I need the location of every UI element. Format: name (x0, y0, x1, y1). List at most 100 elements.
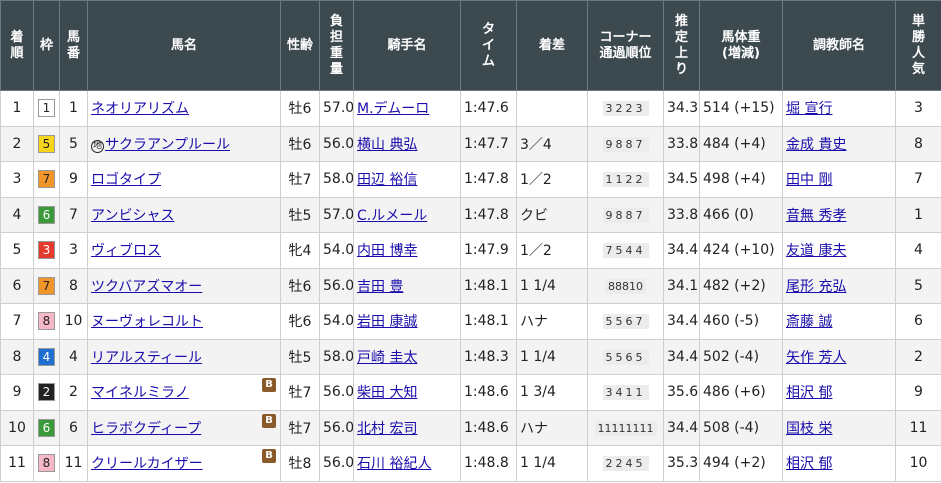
corner-cell: 88810 (587, 267, 664, 304)
horse-name-cell: ヴィブロス (87, 232, 281, 269)
bodyweight-cell: 482 (+2) (699, 267, 783, 304)
header-trainer: 調教師名 (782, 0, 896, 91)
margin-cell: 1 3/4 (516, 374, 588, 411)
table-row: 9 2 2 マイネルミラノ B 牡7 56.0 柴田 大知 1:48.6 1 3/4 3411 35.… (0, 374, 941, 411)
horse-name-cell: ロゴタイプ (87, 161, 281, 198)
popularity-cell: 11 (895, 409, 941, 446)
horse-name-cell: アンビシャス (87, 196, 281, 233)
trainer-link[interactable]: 斎藤 誠 (786, 314, 832, 330)
horse-name-link[interactable]: ロゴタイプ (91, 172, 161, 188)
trainer-link[interactable]: 矢作 芳人 (786, 350, 846, 366)
trainer-link[interactable]: 国枝 栄 (786, 421, 832, 437)
margin-cell: 1／2 (516, 232, 588, 269)
horse-name-link[interactable]: サクラアンプルール (105, 137, 230, 153)
time-cell: 1:47.8 (460, 161, 517, 198)
horse-name-link[interactable]: ヌーヴォレコルト (91, 314, 203, 330)
sexage-cell: 牡7 (280, 374, 320, 411)
jockey-cell: 北村 宏司 (353, 409, 461, 446)
horse-name-link[interactable]: ツクバアズマオー (91, 279, 202, 295)
sexage-cell: 牝4 (280, 232, 320, 269)
horse-name-link[interactable]: ヒラボクディープ (91, 421, 201, 437)
table-row: 2 5 5 地サクラアンプルール 牡6 56.0 横山 典弘 1:47.7 3／4 9887 33.… (0, 125, 941, 162)
margin-cell: 1 1/4 (516, 267, 588, 304)
header-umaban: 馬番 (59, 0, 88, 91)
horse-name-cell: マイネルミラノ B (87, 374, 281, 411)
waku-badge: 4 (38, 347, 55, 366)
weight-cell: 56.0 (319, 267, 354, 304)
jockey-cell: 吉田 豊 (353, 267, 461, 304)
bodyweight-cell: 508 (-4) (699, 409, 783, 446)
waku-badge: 6 (38, 205, 55, 224)
umaban-cell: 11 (59, 445, 88, 482)
waku-badge: 8 (38, 454, 55, 473)
last3f-cell: 34.5 (663, 161, 700, 198)
trainer-link[interactable]: 尾形 充弘 (786, 279, 846, 295)
horse-name-link[interactable]: アンビシャス (91, 208, 174, 224)
corner-cell: 2245 (587, 445, 664, 482)
jockey-link[interactable]: 吉田 豊 (357, 279, 403, 295)
sexage-cell: 牡7 (280, 161, 320, 198)
horse-name-cell: ヒラボクディープ B (87, 409, 281, 446)
bodyweight-cell: 502 (-4) (699, 338, 783, 375)
rank-cell: 2 (0, 125, 34, 162)
waku-badge: 6 (38, 418, 55, 437)
corner-cell: 5565 (587, 338, 664, 375)
table-row: 4 6 7 アンビシャス 牡5 57.0 C.ルメール 1:47.8 クビ 9887 33.8 466… (0, 196, 941, 233)
jockey-link[interactable]: C.ルメール (357, 208, 427, 224)
jockey-link[interactable]: 田辺 裕信 (357, 172, 417, 188)
header-horse: 馬名 (87, 0, 281, 91)
rank-cell: 1 (0, 90, 34, 127)
horse-name-link[interactable]: リアルスティール (91, 350, 202, 366)
jockey-link[interactable]: 内田 博幸 (357, 243, 417, 259)
weight-cell: 56.0 (319, 409, 354, 446)
waku-badge: 3 (38, 241, 55, 260)
table-row: 10 6 6 ヒラボクディープ B 牡7 56.0 北村 宏司 1:48.6 ハナ 11111111… (0, 409, 941, 446)
sexage-cell: 牝6 (280, 303, 320, 340)
waku-badge: 2 (38, 383, 55, 402)
margin-cell: 1 1/4 (516, 445, 588, 482)
jockey-cell: 岩田 康誠 (353, 303, 461, 340)
blinker-icon: B (262, 449, 276, 463)
jockey-link[interactable]: 横山 典弘 (357, 137, 417, 153)
weight-cell: 54.0 (319, 303, 354, 340)
umaban-cell: 3 (59, 232, 88, 269)
blinker-icon: B (262, 378, 276, 392)
corner-positions: 11111111 (594, 420, 657, 436)
trainer-link[interactable]: 相沢 郁 (786, 385, 832, 401)
weight-cell: 58.0 (319, 161, 354, 198)
trainer-link[interactable]: 相沢 郁 (786, 456, 832, 472)
jockey-link[interactable]: 石川 裕紀人 (357, 456, 431, 472)
jockey-link[interactable]: 柴田 大知 (357, 385, 417, 401)
trainer-link[interactable]: 田中 剛 (786, 172, 832, 188)
trainer-link[interactable]: 金成 貴史 (786, 137, 846, 153)
header-bodyweight-line2: (増減) (722, 45, 760, 61)
waku-cell: 3 (33, 232, 60, 269)
umaban-cell: 10 (59, 303, 88, 340)
horse-name-link[interactable]: ネオリアリズム (91, 101, 189, 117)
margin-cell: クビ (516, 196, 588, 233)
jockey-link[interactable]: 岩田 康誠 (357, 314, 417, 330)
table-row: 3 7 9 ロゴタイプ 牡7 58.0 田辺 裕信 1:47.8 1／2 1122 34.5 498 … (0, 161, 941, 198)
waku-cell: 4 (33, 338, 60, 375)
time-cell: 1:48.3 (460, 338, 517, 375)
jockey-link[interactable]: 戸崎 圭太 (357, 350, 417, 366)
last3f-cell: 33.8 (663, 196, 700, 233)
trainer-link[interactable]: 堀 宣行 (786, 101, 832, 117)
corner-cell: 3223 (587, 90, 664, 127)
trainer-link[interactable]: 音無 秀孝 (786, 208, 846, 224)
margin-cell: ハナ (516, 303, 588, 340)
trainer-link[interactable]: 友道 康夫 (786, 243, 846, 259)
horse-name-link[interactable]: クリールカイザー (91, 456, 203, 472)
corner-cell: 5567 (587, 303, 664, 340)
time-cell: 1:48.6 (460, 374, 517, 411)
umaban-cell: 8 (59, 267, 88, 304)
horse-name-link[interactable]: マイネルミラノ (91, 385, 189, 401)
corner-cell: 7544 (587, 232, 664, 269)
trainer-cell: 友道 康夫 (782, 232, 896, 269)
jockey-link[interactable]: 北村 宏司 (357, 421, 417, 437)
horse-name-link[interactable]: ヴィブロス (91, 243, 161, 259)
header-jockey: 騎手名 (353, 0, 461, 91)
horse-name-cell: クリールカイザー B (87, 445, 281, 482)
header-popularity: 単勝人気 (895, 0, 941, 91)
jockey-link[interactable]: M.デムーロ (357, 101, 429, 117)
